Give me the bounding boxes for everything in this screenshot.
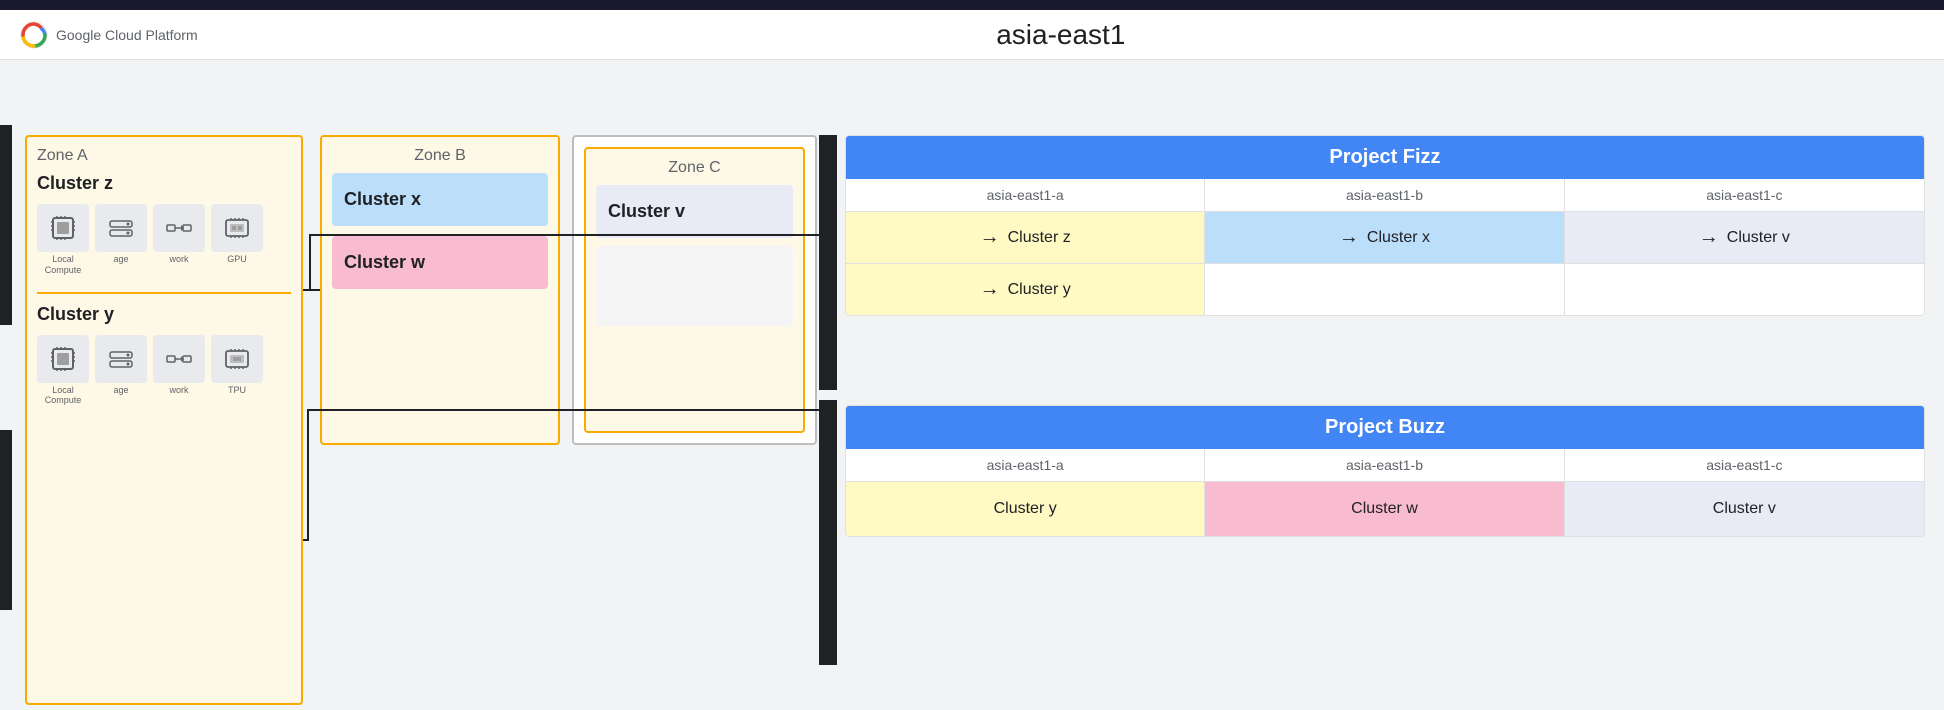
main-title: asia-east1 <box>198 19 1924 51</box>
storage-y-icon <box>106 344 136 374</box>
zone-c-outer: Zone C Cluster v <box>572 135 817 445</box>
fizz-cluster-y-cell: → Cluster y <box>846 264 1205 315</box>
storage-icon-item: age <box>95 204 147 265</box>
storage-icon <box>106 213 136 243</box>
compute-y-label: LocalCompute <box>45 385 82 407</box>
cluster-v-label: Cluster v <box>608 201 781 222</box>
buzz-zone-a-label: asia-east1-a <box>846 449 1205 481</box>
compute-y-box <box>37 335 89 383</box>
compute-icon-box <box>37 204 89 252</box>
project-buzz: Project Buzz asia-east1-a asia-east1-b a… <box>845 405 1925 537</box>
cluster-z-section: Cluster z <box>37 173 291 276</box>
cluster-z-icons: LocalCompute age <box>37 204 291 276</box>
fizz-cluster-z-cell: → Cluster z <box>846 212 1205 263</box>
storage-y-item: age <box>95 335 147 395</box>
project-buzz-header: Project Buzz <box>846 406 1924 449</box>
gcp-logo-icon <box>20 21 48 49</box>
cluster-y-label: Cluster y <box>37 304 291 325</box>
network-y-icon <box>164 344 194 374</box>
logo-area: Google Cloud Platform <box>20 21 198 49</box>
network-y-label: work <box>169 385 188 395</box>
buzz-clusters-row: Cluster y Cluster w Cluster v <box>846 482 1924 536</box>
buzz-zones-row: asia-east1-a asia-east1-b asia-east1-c <box>846 449 1924 482</box>
zone-a: Zone A Cluster z <box>25 135 303 705</box>
buzz-cluster-y-cell: Cluster y <box>846 482 1205 536</box>
gpu-label: GPU <box>227 254 247 264</box>
fizz-cluster-x-cell: → Cluster x <box>1205 212 1564 263</box>
fizz-arrow-to-y: → <box>980 278 1000 301</box>
network-icon-box <box>153 204 205 252</box>
cluster-x-label: Cluster x <box>344 189 536 210</box>
cpu-icon <box>47 212 79 244</box>
fizz-cluster-v-cell: → Cluster v <box>1565 212 1924 263</box>
zone-c: Zone C Cluster v <box>584 147 805 433</box>
gpu-chip-icon <box>221 212 253 244</box>
compute-label: LocalCompute <box>45 254 82 276</box>
left-accent-bar-bottom <box>0 430 12 610</box>
cluster-w-box: Cluster w <box>332 236 548 289</box>
storage-icon-box <box>95 204 147 252</box>
network-y-item: work <box>153 335 205 395</box>
buzz-zone-c-label: asia-east1-c <box>1565 449 1924 481</box>
content-area: Zone A Cluster z <box>0 60 1944 710</box>
tpu-icon-item: TPU <box>211 335 263 395</box>
storage-y-label: age <box>113 385 128 395</box>
storage-label: age <box>113 254 128 265</box>
fizz-cluster-empty-2 <box>1565 264 1924 315</box>
cpu-y-icon <box>47 343 79 375</box>
left-accent-bar <box>0 125 12 325</box>
network-icon-item: work <box>153 204 205 265</box>
network-label: work <box>169 254 188 265</box>
cluster-z-label: Cluster z <box>37 173 291 194</box>
header: Google Cloud Platform asia-east1 <box>0 10 1944 60</box>
middle-divider-top <box>819 135 837 390</box>
buzz-cluster-w-cell: Cluster w <box>1205 482 1564 536</box>
fizz-arrow-to-x: → <box>1339 226 1359 249</box>
local-compute-icon-item: LocalCompute <box>37 204 89 276</box>
storage-y-box <box>95 335 147 383</box>
fizz-arrow-to-z: → <box>980 226 1000 249</box>
tpu-chip-icon <box>221 343 253 375</box>
tpu-label: TPU <box>228 385 246 395</box>
project-fizz: Project Fizz asia-east1-a asia-east1-b a… <box>845 135 1925 316</box>
buzz-zone-b-label: asia-east1-b <box>1205 449 1564 481</box>
cluster-y-icons: LocalCompute age <box>37 335 291 407</box>
fizz-clusters-row1: → Cluster z → Cluster x → Cluster v <box>846 212 1924 264</box>
cluster-w-label: Cluster w <box>344 252 536 273</box>
network-y-box <box>153 335 205 383</box>
cluster-y-section: Cluster y <box>37 304 291 407</box>
logo-text: Google Cloud Platform <box>56 27 198 43</box>
fizz-zone-b-label: asia-east1-b <box>1205 179 1564 211</box>
zone-b: Zone B Cluster x Cluster w <box>320 135 560 445</box>
zone-c-label: Zone C <box>596 159 793 177</box>
fizz-cluster-empty-1 <box>1205 264 1564 315</box>
fizz-clusters-row2: → Cluster y <box>846 264 1924 315</box>
local-compute-y-item: LocalCompute <box>37 335 89 407</box>
project-fizz-header: Project Fizz <box>846 136 1924 179</box>
gpu-icon-item: GPU <box>211 204 263 264</box>
fizz-zone-c-label: asia-east1-c <box>1565 179 1924 211</box>
fizz-arrow-to-v: → <box>1699 226 1719 249</box>
cluster-x-box: Cluster x <box>332 173 548 226</box>
fizz-zone-a-label: asia-east1-a <box>846 179 1205 211</box>
network-icon <box>164 213 194 243</box>
zone-b-label: Zone B <box>332 147 548 165</box>
gpu-icon-box <box>211 204 263 252</box>
zone-c-empty <box>596 246 793 326</box>
buzz-cluster-v-cell: Cluster v <box>1565 482 1924 536</box>
zone-a-label: Zone A <box>37 147 291 165</box>
tpu-icon-box <box>211 335 263 383</box>
fizz-zones-row: asia-east1-a asia-east1-b asia-east1-c <box>846 179 1924 212</box>
cluster-v-box: Cluster v <box>596 185 793 238</box>
middle-divider-bottom <box>819 400 837 665</box>
